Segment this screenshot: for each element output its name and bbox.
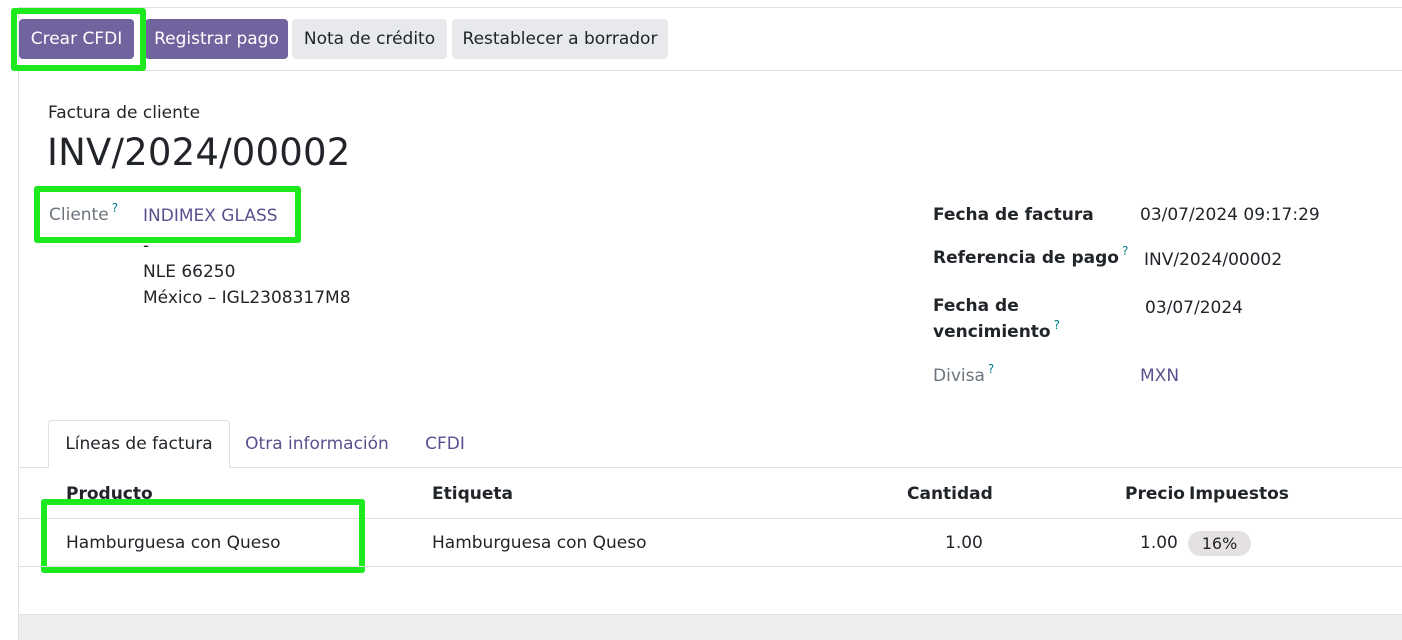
nota-credito-button[interactable]: Nota de crédito	[292, 19, 447, 59]
tab-otra-informacion[interactable]: Otra información	[236, 420, 398, 468]
document-type-label: Factura de cliente	[48, 103, 201, 123]
cliente-address-line1: -	[143, 236, 150, 256]
divisa-help-icon[interactable]: ?	[988, 362, 994, 376]
row-impuestos-badge[interactable]: 16%	[1188, 531, 1251, 556]
row-etiqueta[interactable]: Hamburguesa con Queso	[432, 533, 647, 553]
tab-cfdi[interactable]: CFDI	[412, 420, 478, 468]
fecha-factura-value[interactable]: 03/07/2024 09:17:29	[1140, 205, 1320, 225]
left-border	[18, 7, 19, 640]
tab-lineas-factura[interactable]: Líneas de factura	[48, 420, 230, 468]
table-row-divider	[19, 566, 1402, 567]
column-header-impuestos[interactable]: Impuestos	[1189, 484, 1289, 504]
column-header-precio[interactable]: Precio	[1125, 484, 1185, 504]
fecha-factura-label: Fecha de factura	[933, 205, 1094, 225]
referencia-pago-label: Referencia de pago?	[933, 244, 1128, 268]
row-precio[interactable]: 1.00	[1140, 533, 1178, 553]
column-header-etiqueta[interactable]: Etiqueta	[432, 484, 513, 504]
table-header-divider	[19, 518, 1402, 519]
cliente-field-label: Cliente?	[49, 201, 118, 225]
referencia-pago-label-text: Referencia de pago	[933, 248, 1119, 268]
column-header-producto[interactable]: Producto	[66, 484, 153, 504]
referencia-pago-value[interactable]: INV/2024/00002	[1144, 250, 1282, 270]
cliente-address-line2: NLE 66250	[143, 262, 236, 282]
row-producto-link[interactable]: Hamburguesa con Queso	[66, 533, 281, 553]
divisa-label-text: Divisa	[933, 366, 985, 386]
vencimiento-label-text: vencimiento	[933, 322, 1051, 342]
registrar-pago-button[interactable]: Registrar pago	[145, 19, 288, 59]
divisa-label: Divisa?	[933, 362, 994, 386]
referencia-help-icon[interactable]: ?	[1122, 244, 1128, 258]
column-header-cantidad[interactable]: Cantidad	[907, 484, 993, 504]
crear-cfdi-button[interactable]: Crear CFDI	[19, 19, 134, 59]
divisa-value-link[interactable]: MXN	[1140, 366, 1179, 386]
invoice-number-title: INV/2024/00002	[47, 131, 351, 174]
vencimiento-help-icon[interactable]: ?	[1054, 318, 1060, 332]
cliente-label-text: Cliente	[49, 205, 109, 225]
vencimiento-label-line2: vencimiento?	[933, 318, 1060, 342]
cliente-name-link[interactable]: INDIMEX GLASS	[143, 206, 278, 226]
cliente-help-icon[interactable]: ?	[112, 201, 118, 215]
row-cantidad[interactable]: 1.00	[945, 533, 983, 553]
cliente-address-line3: México – IGL2308317M8	[143, 288, 351, 308]
footer-band	[19, 614, 1402, 640]
vencimiento-value[interactable]: 03/07/2024	[1145, 298, 1243, 318]
restablecer-borrador-button[interactable]: Restablecer a borrador	[452, 19, 668, 59]
vencimiento-label-line1: Fecha de	[933, 296, 1019, 316]
